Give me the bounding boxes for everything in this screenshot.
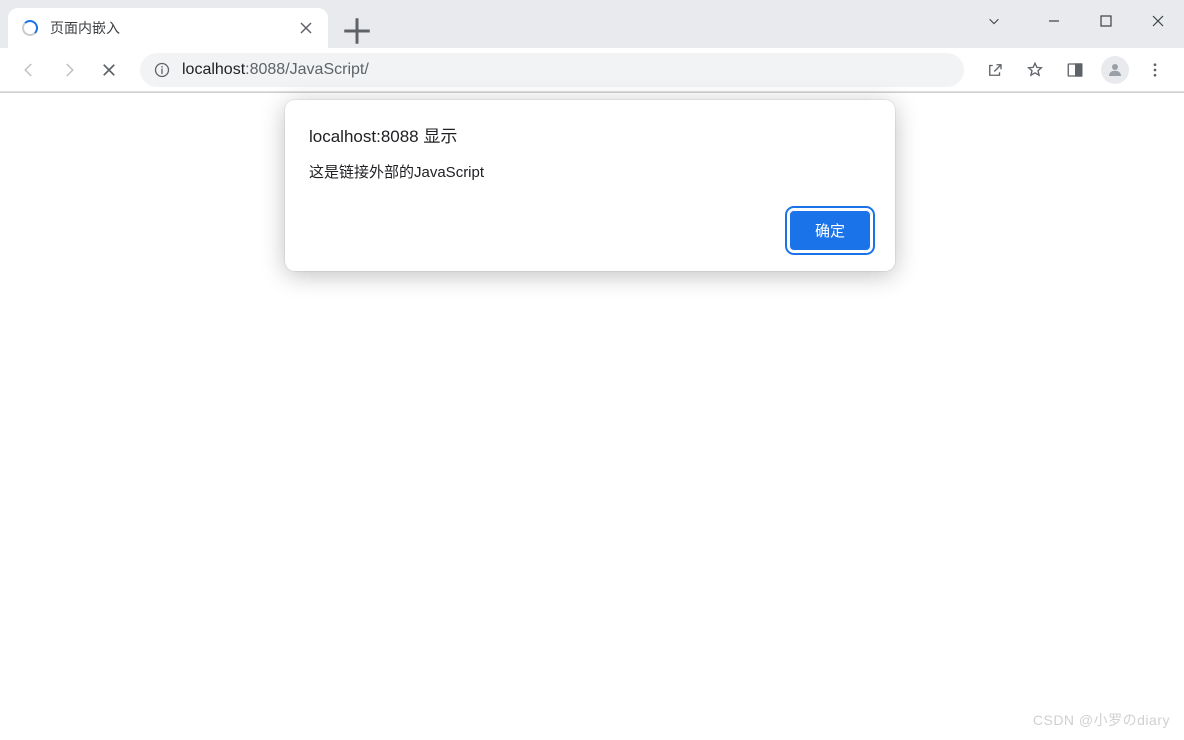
alert-title: localhost:8088 显示 — [309, 122, 871, 147]
alert-actions: 确定 — [309, 210, 871, 251]
watermark: CSDN @小罗のdiary — [1033, 710, 1170, 730]
ok-button[interactable]: 确定 — [789, 210, 871, 251]
alert-dialog: localhost:8088 显示 这是链接外部的JavaScript 确定 — [285, 100, 895, 271]
alert-backdrop: localhost:8088 显示 这是链接外部的JavaScript 确定 — [0, 0, 1184, 740]
alert-message: 这是链接外部的JavaScript — [309, 161, 871, 182]
